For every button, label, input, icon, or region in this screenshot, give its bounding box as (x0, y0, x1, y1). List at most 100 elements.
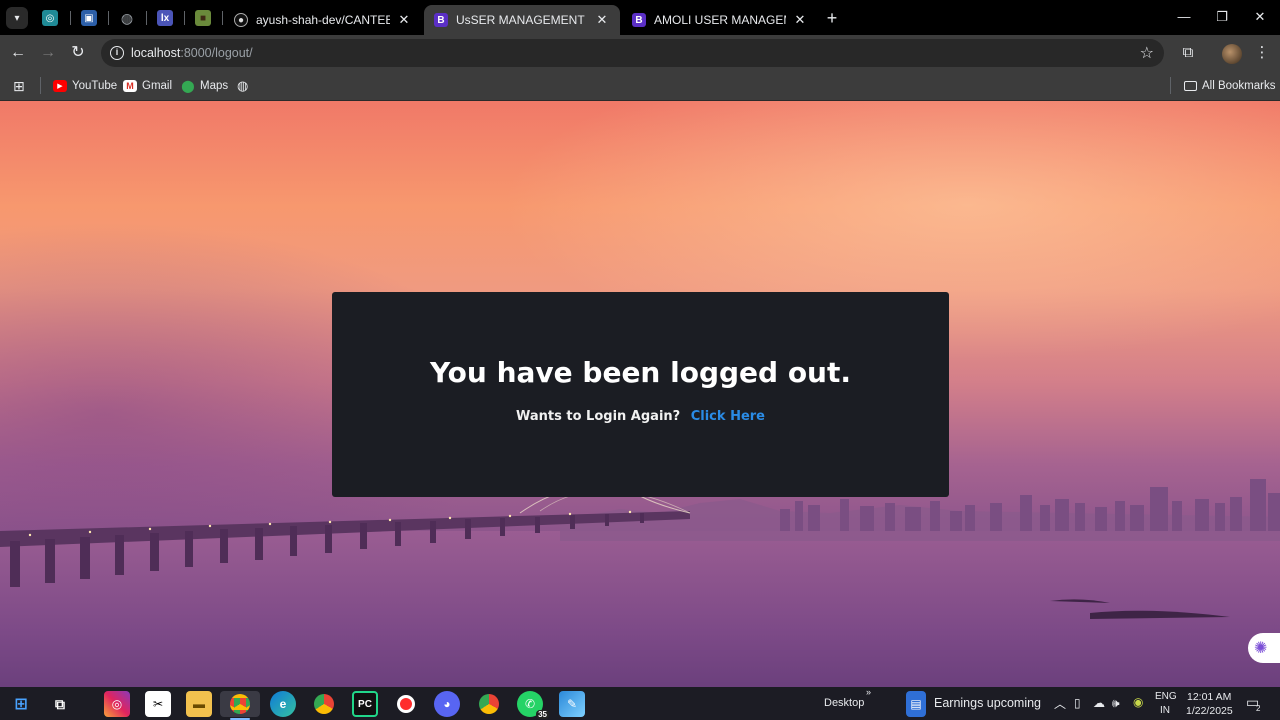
language-bottom[interactable]: IN (1160, 705, 1170, 716)
minecraft-icon: ■ (195, 10, 211, 26)
whatsapp-badge: 35 (536, 710, 549, 719)
edge-icon[interactable]: e (270, 691, 296, 717)
tab-title: ayush-shah-dev/CANTEEN_MA (256, 13, 390, 27)
task-view-icon[interactable]: ⧉ (47, 691, 73, 717)
folder-icon (1184, 81, 1197, 91)
all-bookmarks-label: All Bookmarks (1202, 80, 1276, 92)
page-viewport: You have been logged out. Wants to Login… (0, 101, 1280, 687)
tab-search-button[interactable]: ▾ (6, 7, 28, 29)
login-again-row: Wants to Login Again? Click Here (332, 409, 949, 424)
recorder-icon[interactable] (393, 691, 419, 717)
clock-time[interactable]: 12:01 AM (1187, 691, 1231, 703)
tray-chevron-up-icon[interactable]: ︿ (1054, 695, 1066, 712)
lx-app-icon: lx (157, 10, 173, 26)
news-widget-icon[interactable]: ▤ (906, 691, 926, 717)
menu-icon[interactable]: ⋮ (1250, 41, 1274, 65)
box-app-icon: ▣ (81, 10, 97, 26)
maximize-button[interactable]: ❐ (1204, 5, 1240, 29)
tab-divider (70, 11, 71, 25)
tab-title: AMOLI USER MANAGEMENT S\ (654, 13, 786, 27)
minimize-button[interactable]: — (1166, 5, 1202, 29)
onedrive-icon[interactable]: ☁ (1093, 696, 1105, 710)
instagram-icon[interactable]: ◎ (104, 691, 130, 717)
capcut-icon[interactable]: ✂ (145, 691, 171, 717)
close-icon[interactable]: ✕ (792, 12, 808, 28)
logout-heading: You have been logged out. (429, 356, 852, 389)
pinned-tab-3[interactable]: ◍ (109, 6, 145, 30)
url-path: :8000/logout/ (180, 46, 253, 60)
globe-icon: ◍ (120, 9, 134, 26)
bookmark-globe[interactable]: ◍ (237, 77, 248, 95)
bootstrap-icon: B (632, 13, 646, 27)
chrome-alt-icon[interactable] (311, 691, 337, 717)
browser-toolbar: ← → ↻ i localhost:8000/logout/ ☆ ⧉ ⋮ (0, 35, 1280, 71)
login-link[interactable]: Click Here (691, 409, 765, 424)
url-host: localhost (131, 46, 181, 60)
desktop-toolbar-label[interactable]: Desktop (824, 697, 864, 709)
file-explorer-icon[interactable]: ▬ (186, 691, 212, 717)
bookmark-star-icon[interactable]: ☆ (1140, 43, 1154, 63)
login-again-text: Wants to Login Again? (516, 409, 681, 424)
tab-amoli[interactable]: B AMOLI USER MANAGEMENT S\ ✕ (622, 5, 818, 35)
close-window-button[interactable]: ✕ (1242, 5, 1278, 29)
bootstrap-icon: B (434, 13, 448, 27)
battery-icon[interactable]: ◉ (1133, 695, 1143, 709)
globe-icon: ◍ (237, 78, 249, 93)
volume-icon[interactable]: 🕪 (1112, 696, 1120, 711)
tab-divider (108, 11, 109, 25)
bookmark-divider (40, 77, 41, 94)
close-icon[interactable]: ✕ (396, 12, 412, 28)
reload-button[interactable]: ↻ (66, 41, 90, 65)
site-info-icon[interactable]: i (110, 46, 124, 60)
extension-bubble[interactable]: ✺ (1248, 633, 1280, 663)
tab-strip: ▾ ◎ ▣ ◍ lx ■ ● ayush-shah-dev/CANTEEN_MA… (0, 0, 1280, 35)
new-tab-button[interactable]: + (822, 8, 842, 28)
tab-title: UsSER MANAGEMENT (456, 13, 585, 27)
url-text[interactable]: localhost:8000/logout/ (131, 46, 253, 60)
back-button[interactable]: ← (6, 41, 30, 65)
tab-divider (146, 11, 147, 25)
news-widget-label[interactable]: Earnings upcoming (934, 696, 1041, 710)
brain-icon: ✺ (1254, 640, 1268, 657)
chevron-right-icon[interactable]: » (866, 687, 871, 697)
windows-start-icon[interactable]: ⊞ (8, 691, 34, 717)
apps-grid-button[interactable]: ⊞ (13, 77, 25, 95)
bookmark-gmail[interactable]: M Gmail (123, 77, 172, 95)
pinned-tab-1[interactable]: ◎ (32, 6, 68, 30)
close-icon[interactable]: ✕ (594, 12, 610, 28)
extensions-icon[interactable]: ⧉ (1176, 41, 1200, 65)
tab-divider (222, 11, 223, 25)
paint-icon[interactable]: ✎ (559, 691, 585, 717)
bookmark-divider (1170, 77, 1171, 94)
apps-grid-icon: ⊞ (13, 77, 25, 94)
address-bar[interactable]: i localhost:8000/logout/ ☆ (101, 39, 1164, 67)
language-top[interactable]: ENG (1155, 691, 1177, 702)
tab-user-management[interactable]: B UsSER MANAGEMENT ✕ (424, 5, 620, 35)
bookmark-youtube[interactable]: ▶ YouTube (53, 77, 117, 95)
taskbar: ⊞ ⧉ ◎ ✂ ▬ e PC ◕ ✆ 35 ✎ Desktop » ▤ Earn… (0, 687, 1280, 720)
all-bookmarks-button[interactable]: All Bookmarks (1184, 77, 1276, 95)
tab-divider (184, 11, 185, 25)
youtube-icon: ▶ (53, 80, 67, 92)
tab-canteen[interactable]: ● ayush-shah-dev/CANTEEN_MA ✕ (224, 5, 422, 35)
clock-date[interactable]: 1/22/2025 (1186, 705, 1233, 717)
pinned-tab-5[interactable]: ■ (185, 6, 221, 30)
gmail-icon: M (123, 80, 137, 92)
whatsapp-icon[interactable]: ✆ 35 (517, 691, 549, 719)
bookmark-maps[interactable]: ⬤ Maps (181, 77, 228, 95)
github-icon: ● (234, 13, 248, 27)
profile-avatar[interactable] (1222, 44, 1242, 64)
pinned-tab-4[interactable]: lx (147, 6, 183, 30)
bookmark-label: Gmail (142, 80, 173, 92)
pinned-tab-2[interactable]: ▣ (71, 6, 107, 30)
chrome-icon[interactable] (220, 691, 260, 720)
chrome-profile-icon[interactable] (476, 691, 502, 717)
discord-icon[interactable]: ◕ (434, 691, 460, 717)
forward-button[interactable]: → (36, 41, 60, 65)
bookmark-label: YouTube (72, 80, 118, 92)
logout-card: You have been logged out. Wants to Login… (332, 292, 949, 497)
pycharm-icon[interactable]: PC (352, 691, 378, 717)
device-icon[interactable]: ▯ (1074, 696, 1081, 710)
bookmarks-bar: ⊞ ▶ YouTube M Gmail ⬤ Maps ◍ All Bookmar… (0, 71, 1280, 101)
maps-icon: ⬤ (181, 79, 195, 93)
